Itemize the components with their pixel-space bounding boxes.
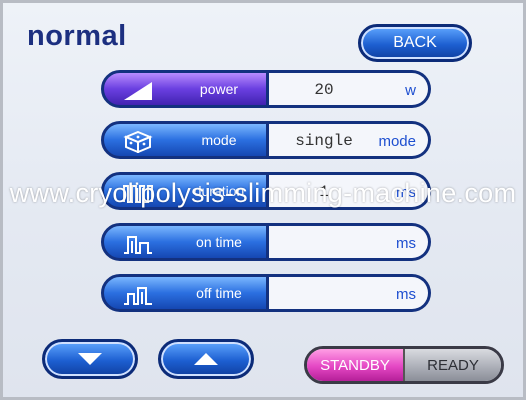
device-screen: normal BACK power 20 w mode single mode … (0, 0, 526, 400)
power-label: power (199, 81, 239, 97)
back-button[interactable]: BACK (358, 24, 472, 62)
arrow-up-icon (192, 351, 220, 367)
mode-cube-icon (122, 131, 154, 153)
mode-value: single (295, 132, 353, 150)
page-title: normal (27, 20, 127, 52)
on-time-value-field[interactable]: ms (269, 223, 431, 261)
on-time-row[interactable]: on time ms (101, 223, 431, 261)
standby-ready-toggle[interactable]: STANDBY READY (304, 346, 504, 384)
power-unit: w (405, 81, 416, 99)
off-time-label: off time (196, 285, 242, 301)
on-time-label: on time (196, 234, 242, 250)
power-value-field[interactable]: 20 w (269, 70, 431, 108)
scroll-down-button[interactable] (42, 339, 138, 379)
mode-unit: mode (378, 132, 416, 150)
off-time-pulse-icon (122, 284, 154, 306)
mode-label: mode (201, 132, 237, 148)
scroll-up-button[interactable] (158, 339, 254, 379)
standby-button[interactable]: STANDBY (307, 349, 403, 381)
arrow-down-icon (76, 351, 104, 367)
off-time-value-field[interactable]: ms (269, 274, 431, 312)
on-time-value (269, 226, 379, 260)
on-time-unit: ms (396, 234, 416, 252)
mode-row[interactable]: mode single mode (101, 121, 431, 159)
off-time-row[interactable]: off time ms (101, 274, 431, 312)
power-ramp-icon (122, 80, 154, 102)
ready-button[interactable]: READY (403, 349, 501, 381)
on-time-button[interactable]: on time (101, 223, 269, 261)
off-time-button[interactable]: off time (101, 274, 269, 312)
off-time-unit: ms (396, 285, 416, 303)
power-value: 20 (314, 81, 334, 99)
watermark-text: www.cryolipolysis-slimming-machine.com (9, 178, 517, 208)
mode-value-field[interactable]: single mode (269, 121, 431, 159)
power-button[interactable]: power (101, 70, 269, 108)
mode-button[interactable]: mode (101, 121, 269, 159)
off-time-value (269, 277, 379, 311)
power-row[interactable]: power 20 w (101, 70, 431, 108)
on-time-pulse-icon (122, 233, 154, 255)
